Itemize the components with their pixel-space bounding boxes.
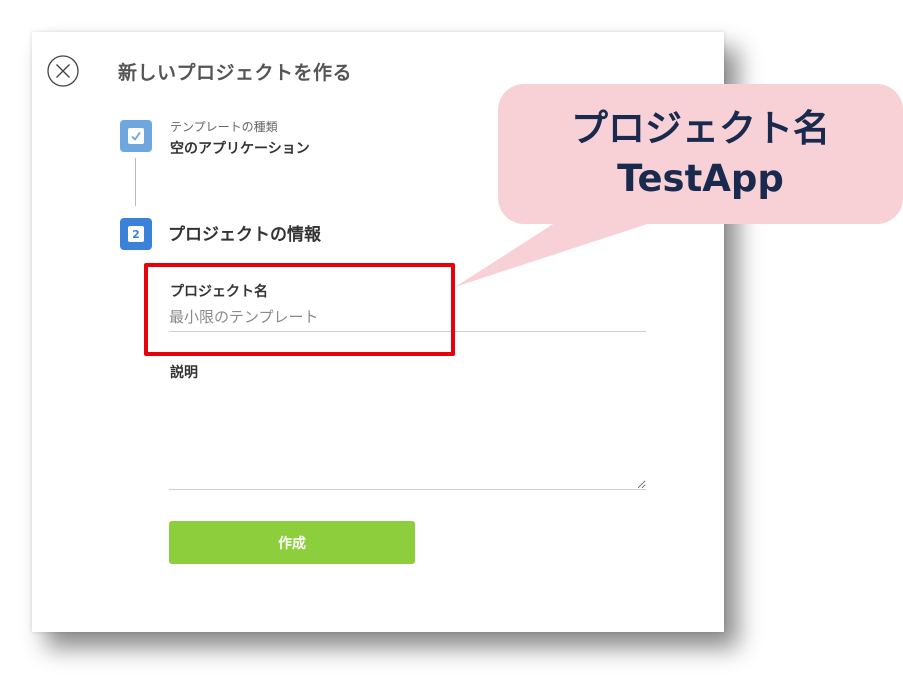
step-2-badge: 2 (120, 218, 152, 250)
step-connector (135, 158, 136, 206)
description-input[interactable] (169, 385, 646, 490)
close-button[interactable] (47, 55, 79, 87)
callout-line-1: プロジェクト名 (571, 107, 830, 150)
description-label: 説明 (170, 365, 198, 381)
callout-line-2: TestApp (617, 157, 784, 200)
step-1-value: 空のアプリケーション (170, 141, 310, 157)
step-1-subtitle: テンプレートの種類 (170, 120, 278, 134)
create-button[interactable]: 作成 (169, 521, 415, 564)
step-1-badge (120, 120, 152, 152)
check-icon (131, 131, 141, 141)
highlight-box (144, 263, 455, 356)
annotation-callout: プロジェクト名 TestApp (498, 84, 903, 224)
dialog-title: 新しいプロジェクトを作る (118, 62, 353, 84)
step-2-number: 2 (128, 226, 144, 242)
step-2-title: プロジェクトの情報 (168, 225, 321, 245)
close-icon (47, 55, 79, 87)
